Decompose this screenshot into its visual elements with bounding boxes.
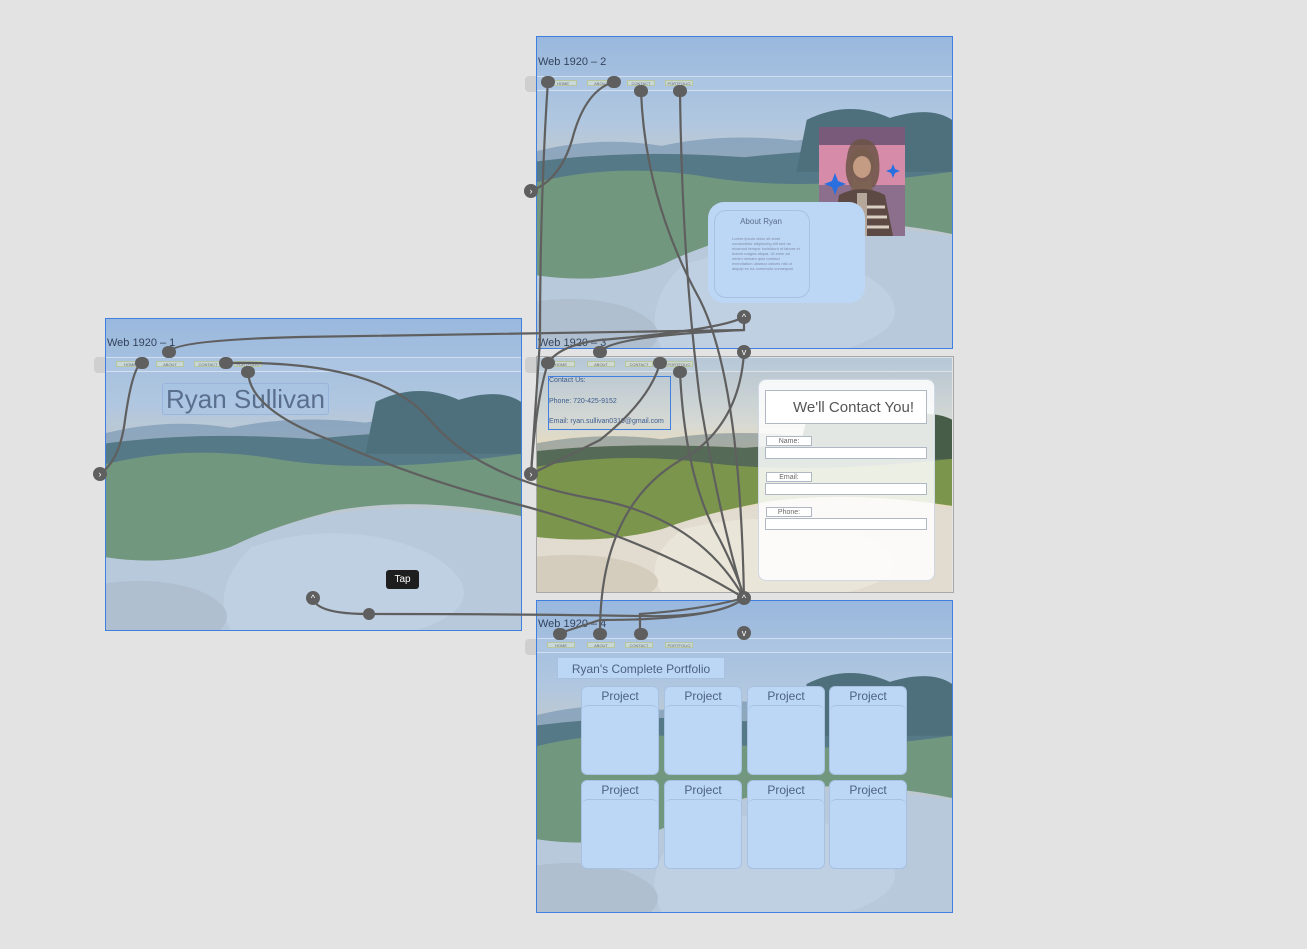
nav-bar: HOME ABOUT CONTACT PORTFOLIO <box>537 357 952 372</box>
contact-heading: Contact Us: <box>549 377 586 384</box>
wire-anchor[interactable] <box>607 76 621 88</box>
project-card[interactable]: Project <box>829 686 907 775</box>
project-card[interactable]: Project <box>747 686 825 775</box>
name-field[interactable] <box>765 447 927 459</box>
tap-tooltip: Tap <box>386 570 419 589</box>
chevron-up-icon[interactable]: ^ <box>737 310 751 324</box>
project-card-body <box>830 799 906 868</box>
project-label: Project <box>767 783 805 797</box>
wire-anchor[interactable] <box>593 628 607 640</box>
artboard-title[interactable]: Web 1920 – 2 <box>538 56 606 68</box>
project-label: Project <box>849 783 887 797</box>
email-label: Email: <box>766 472 812 482</box>
project-card-body <box>830 705 906 774</box>
project-label: Project <box>601 783 639 797</box>
project-label: Project <box>849 689 887 703</box>
artboard-web-1-tab <box>94 357 106 373</box>
wire-anchor[interactable] <box>634 628 648 640</box>
nav-contact[interactable]: CONTACT <box>625 361 653 367</box>
wire-anchor[interactable] <box>241 366 255 378</box>
project-card-body <box>748 705 824 774</box>
email-field[interactable] <box>765 483 927 495</box>
chevron-down-icon[interactable]: v <box>737 345 751 359</box>
nav-about[interactable]: ABOUT <box>587 642 615 648</box>
nav-bar: HOME ABOUT CONTACT PORTFOLIO <box>537 638 952 653</box>
wire-anchor[interactable] <box>541 357 555 369</box>
project-label: Project <box>684 783 722 797</box>
artboard-web-4-tab <box>525 639 537 655</box>
chevron-up-icon[interactable]: ^ <box>306 591 320 605</box>
artboard-web-3-tab <box>525 357 537 373</box>
wire-anchor[interactable] <box>541 76 555 88</box>
hero-name[interactable]: Ryan Sullivan <box>162 383 329 415</box>
wire-anchor[interactable] <box>553 628 567 640</box>
nav-bar: HOME ABOUT CONTACT PORTFOLIO <box>537 76 952 91</box>
name-label: Name: <box>766 436 812 446</box>
nav-contact[interactable]: CONTACT <box>194 361 222 367</box>
project-label: Project <box>767 689 805 703</box>
chevron-right-icon[interactable]: › <box>524 184 538 198</box>
about-title[interactable]: About Ryan <box>714 217 808 226</box>
project-card-body <box>665 799 741 868</box>
portfolio-title[interactable]: Ryan's Complete Portfolio <box>557 657 725 679</box>
wire-anchor[interactable] <box>653 357 667 369</box>
nav-bar: HOME ABOUT CONTACT PORTFOLIO <box>106 357 521 372</box>
form-title: We'll Contact You! <box>765 390 927 424</box>
wire-anchor[interactable] <box>673 366 687 378</box>
project-card[interactable]: Project <box>664 780 742 869</box>
project-card-body <box>748 799 824 868</box>
project-card-body <box>665 705 741 774</box>
phone-label: Phone: <box>766 507 812 517</box>
project-card[interactable]: Project <box>829 780 907 869</box>
contact-phone: Phone: 720-425-9152 <box>549 398 617 405</box>
phone-field[interactable] <box>765 518 927 530</box>
chevron-right-icon[interactable]: › <box>524 467 538 481</box>
nav-about[interactable]: ABOUT <box>156 361 184 367</box>
wire-anchor[interactable] <box>634 85 648 97</box>
chevron-up-icon[interactable]: ^ <box>737 591 751 605</box>
project-card[interactable]: Project <box>664 686 742 775</box>
nav-home[interactable]: HOME <box>547 642 575 648</box>
artboard-web-2-tab <box>525 76 537 92</box>
chevron-right-icon[interactable]: › <box>93 467 107 481</box>
project-card-body <box>582 705 658 774</box>
wire-anchor[interactable] <box>363 608 375 620</box>
wire-anchor[interactable] <box>135 357 149 369</box>
wire-anchor[interactable] <box>593 346 607 358</box>
project-label: Project <box>684 689 722 703</box>
nav-portfolio[interactable]: PORTFOLIO <box>665 642 693 648</box>
project-card[interactable]: Project <box>747 780 825 869</box>
wire-anchor[interactable] <box>162 346 176 358</box>
project-card[interactable]: Project <box>581 780 659 869</box>
wire-anchor[interactable] <box>219 357 233 369</box>
nav-contact[interactable]: CONTACT <box>625 642 653 648</box>
about-body[interactable]: Lorem ipsum dolor sit amet consectetur a… <box>732 236 800 271</box>
wire-anchor[interactable] <box>673 85 687 97</box>
chevron-down-icon[interactable]: v <box>737 626 751 640</box>
project-card-body <box>582 799 658 868</box>
nav-about[interactable]: ABOUT <box>587 361 615 367</box>
project-card[interactable]: Project <box>581 686 659 775</box>
project-label: Project <box>601 689 639 703</box>
contact-email: Email: ryan.sullivan0319@gmail.com <box>549 418 664 425</box>
